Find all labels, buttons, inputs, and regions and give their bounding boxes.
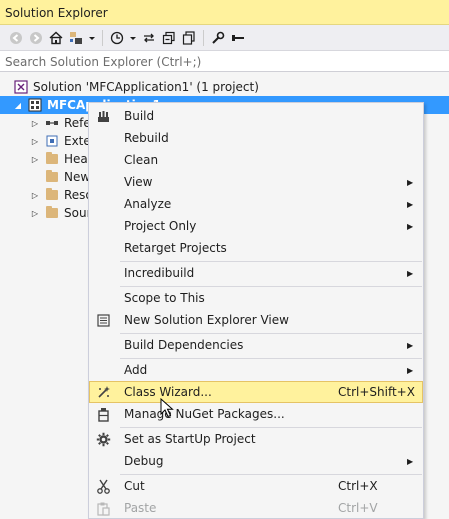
menu-item-label: View — [124, 175, 153, 189]
menu-item-label: Add — [124, 363, 148, 377]
menu-item-label: Manage NuGet Packages... — [124, 407, 285, 421]
menu-item-label: Retarget Projects — [124, 241, 227, 255]
menu-item-project-only[interactable]: Project Only ▶ — [89, 215, 423, 237]
menu-item-label: Scope to This — [124, 291, 205, 305]
menu-item-label: Class Wizard... — [124, 385, 212, 399]
search-input[interactable]: Search Solution Explorer (Ctrl+;) — [0, 51, 449, 72]
folder-icon — [44, 152, 60, 166]
menu-item-clean[interactable]: Clean — [89, 149, 423, 171]
class-wizard-icon — [95, 384, 111, 400]
switch-views-icon[interactable] — [67, 29, 85, 47]
menu-item-debug[interactable]: Debug ▶ — [89, 450, 423, 472]
expand-arrow-icon[interactable]: ▷ — [30, 208, 40, 218]
switch-views-dropdown-icon[interactable] — [87, 29, 97, 47]
tree-item-label: New — [64, 170, 91, 184]
solution-icon — [13, 80, 29, 94]
menu-item-set-as-startup-project[interactable]: Set as StartUp Project — [89, 428, 423, 450]
menu-item-paste[interactable]: Paste Ctrl+V — [89, 497, 423, 519]
menu-item-incredibuild[interactable]: Incredibuild ▶ — [89, 262, 423, 284]
menu-item-label: Paste — [124, 501, 157, 515]
collapse-arrow-icon[interactable]: ◢ — [13, 100, 23, 110]
cut-icon — [95, 478, 111, 494]
menu-item-class-wizard[interactable]: Class Wizard... Ctrl+Shift+X — [89, 381, 423, 403]
tree-item-new[interactable]: New — [44, 168, 90, 186]
toolbar-separator — [203, 29, 204, 46]
gear-icon — [95, 431, 111, 447]
window-title-bar: Solution Explorer — [0, 0, 449, 25]
menu-item-rebuild[interactable]: Rebuild — [89, 127, 423, 149]
expand-arrow-icon[interactable]: ▷ — [30, 190, 40, 200]
folder-icon — [44, 170, 60, 184]
mouse-cursor-icon — [160, 398, 174, 418]
menu-item-label: Incredibuild — [124, 266, 195, 280]
submenu-arrow-icon: ▶ — [407, 340, 414, 350]
forward-icon[interactable] — [27, 29, 45, 47]
window-title: Solution Explorer — [5, 6, 108, 20]
filter-dropdown-icon[interactable] — [128, 29, 138, 47]
menu-item-label: Rebuild — [124, 131, 169, 145]
menu-item-label: Set as StartUp Project — [124, 432, 256, 446]
menu-item-view[interactable]: View ▶ — [89, 171, 423, 193]
submenu-arrow-icon: ▶ — [407, 268, 414, 278]
menu-item-label: Project Only — [124, 219, 197, 233]
build-icon — [95, 108, 111, 124]
properties-icon[interactable] — [209, 29, 227, 47]
menu-item-cut[interactable]: Cut Ctrl+X — [89, 475, 423, 497]
external-dependencies-icon — [44, 134, 60, 148]
folder-icon — [44, 206, 60, 220]
expand-arrow-icon[interactable]: ▷ — [30, 136, 40, 146]
solution-label: Solution 'MFCApplication1' (1 project) — [33, 80, 259, 94]
submenu-arrow-icon: ▶ — [407, 199, 414, 209]
toolbar — [0, 25, 449, 51]
context-menu: Build Rebuild Clean View ▶ Analyze ▶ Pro… — [88, 102, 424, 519]
new-view-icon — [95, 312, 111, 328]
expand-arrow-icon[interactable]: ▷ — [30, 154, 40, 164]
back-icon[interactable] — [7, 29, 25, 47]
submenu-arrow-icon: ▶ — [407, 177, 414, 187]
menu-item-label: Analyze — [124, 197, 172, 211]
menu-item-add[interactable]: Add ▶ — [89, 359, 423, 381]
menu-item-label: Debug — [124, 454, 164, 468]
paste-icon — [95, 500, 111, 516]
toolbar-separator — [102, 29, 103, 46]
pending-changes-filter-icon[interactable] — [108, 29, 126, 47]
menu-item-new-solution-explorer-view[interactable]: New Solution Explorer View — [89, 309, 423, 331]
sync-icon[interactable] — [140, 29, 158, 47]
menu-item-shortcut: Ctrl+V — [338, 501, 378, 515]
expand-arrow-icon[interactable]: ▷ — [30, 118, 40, 128]
submenu-arrow-icon: ▶ — [407, 221, 414, 231]
nuget-icon — [95, 406, 111, 422]
show-all-files-icon[interactable] — [180, 29, 198, 47]
menu-item-label: Cut — [124, 479, 145, 493]
home-icon[interactable] — [47, 29, 65, 47]
search-placeholder: Search Solution Explorer (Ctrl+;) — [5, 55, 202, 69]
submenu-arrow-icon: ▶ — [407, 456, 414, 466]
menu-item-label: Clean — [124, 153, 159, 167]
project-icon — [27, 98, 43, 112]
preview-icon[interactable] — [229, 29, 247, 47]
menu-item-shortcut: Ctrl+X — [338, 479, 378, 493]
menu-item-build[interactable]: Build — [89, 105, 423, 127]
menu-item-label: Build Dependencies — [124, 338, 244, 352]
menu-item-label: New Solution Explorer View — [124, 313, 289, 327]
menu-item-build-dependencies[interactable]: Build Dependencies ▶ — [89, 334, 423, 356]
menu-item-scope-to-this[interactable]: Scope to This — [89, 287, 423, 309]
references-icon — [44, 116, 60, 130]
solution-node[interactable]: Solution 'MFCApplication1' (1 project) — [13, 78, 259, 96]
menu-item-manage-nuget-packages[interactable]: Manage NuGet Packages... — [89, 403, 423, 425]
menu-item-retarget-projects[interactable]: Retarget Projects — [89, 237, 423, 259]
collapse-all-icon[interactable] — [160, 29, 178, 47]
menu-item-shortcut: Ctrl+Shift+X — [338, 385, 415, 399]
folder-icon — [44, 188, 60, 202]
menu-item-label: Build — [124, 109, 155, 123]
menu-item-analyze[interactable]: Analyze ▶ — [89, 193, 423, 215]
submenu-arrow-icon: ▶ — [407, 365, 414, 375]
